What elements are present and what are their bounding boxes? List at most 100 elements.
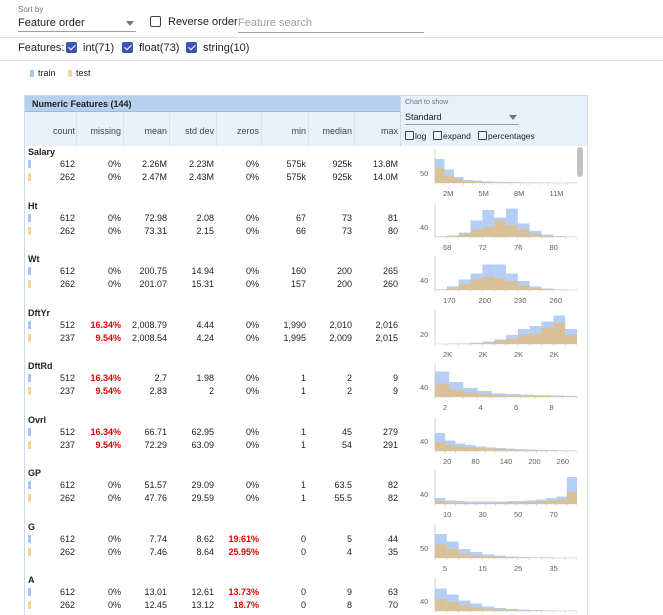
histogram-chart[interactable]: 40 <box>405 575 577 615</box>
histogram-chart[interactable]: 202K2K2K2K <box>405 308 577 361</box>
std-dev-train-value: 1.98 <box>167 373 214 383</box>
test-histogram-bar <box>455 503 465 505</box>
col-max[interactable]: max <box>352 126 398 136</box>
feature-name: GP <box>28 468 41 478</box>
median-test-value: 200 <box>306 279 352 289</box>
x-tick-label: 68 <box>443 243 451 252</box>
string-checkbox[interactable] <box>186 42 197 53</box>
feature-name: Wt <box>28 254 40 264</box>
max-train-value: 82 <box>352 480 398 490</box>
feature-name: A <box>28 575 35 585</box>
chart-type-dropdown[interactable]: Standard <box>405 110 519 125</box>
col-mean[interactable]: mean <box>122 126 167 136</box>
feature-row[interactable]: G6120%7.748.6219.61%05442620%7.468.6425.… <box>25 522 587 575</box>
min-train-value: 1 <box>259 427 306 437</box>
log-option[interactable]: log <box>405 131 426 141</box>
test-histogram-bar <box>547 500 557 504</box>
histogram-chart[interactable]: 402468 <box>405 361 577 414</box>
missing-train-value: 0% <box>75 534 121 544</box>
median-test-value: 55.5 <box>306 493 352 503</box>
x-tick-label: 11M <box>550 189 564 198</box>
log-checkbox[interactable] <box>405 131 414 140</box>
test-histogram-bar <box>542 327 554 344</box>
x-tick-label: 230 <box>514 296 527 305</box>
percentages-checkbox[interactable] <box>478 131 487 140</box>
count-train-value: 512 <box>30 427 75 437</box>
int-checkbox[interactable] <box>66 42 77 53</box>
count-test-value: 262 <box>30 600 75 610</box>
col-min[interactable]: min <box>259 126 306 136</box>
y-tick-label: 40 <box>420 276 428 285</box>
histogram-chart[interactable]: 4068727680 <box>405 201 577 254</box>
histogram-chart[interactable]: 4010305070 <box>405 468 577 521</box>
max-train-value: 13.8M <box>352 159 398 169</box>
median-test-value: 54 <box>306 440 352 450</box>
x-tick-label: 200 <box>479 296 492 305</box>
test-histogram-bar <box>445 502 455 504</box>
std-dev-test-value: 8.64 <box>167 547 214 557</box>
count-test-value: 237 <box>30 333 75 343</box>
scrollbar-thumb[interactable] <box>577 147 583 177</box>
feature-row[interactable]: GP6120%51.5729.090%163.5822620%47.7629.5… <box>25 468 587 521</box>
reverse-order-checkbox[interactable] <box>150 16 161 27</box>
col-zeros[interactable]: zeros <box>214 126 259 136</box>
zeros-test-value: 0% <box>214 333 259 343</box>
std-dev-train-value: 2.08 <box>167 213 214 223</box>
feature-row[interactable]: Wt6120%200.7514.940%1602002652620%201.07… <box>25 254 587 307</box>
expand-checkbox[interactable] <box>433 131 442 140</box>
histogram-chart[interactable]: 502M5M8M11M <box>405 147 577 200</box>
percentages-option[interactable]: percentages <box>478 131 535 141</box>
max-test-value: 82 <box>352 493 398 503</box>
mean-test-value: 7.46 <box>122 547 167 557</box>
feature-name: Salary <box>28 147 55 157</box>
x-tick-label: 140 <box>500 457 513 466</box>
histogram-chart[interactable]: 402080140200260 <box>405 415 577 468</box>
std-dev-test-value: 13.12 <box>167 600 214 610</box>
test-histogram-bar <box>435 168 444 183</box>
missing-test-value: 0% <box>75 493 121 503</box>
float-checkbox[interactable] <box>122 42 133 53</box>
expand-option[interactable]: expand <box>433 131 471 141</box>
max-test-value: 80 <box>352 226 398 236</box>
histogram-chart[interactable]: 505152535 <box>405 522 577 575</box>
zeros-test-value: 0% <box>214 226 259 236</box>
col-missing[interactable]: missing <box>75 126 121 136</box>
test-histogram-bar <box>516 502 526 504</box>
mean-test-value: 201.07 <box>122 279 167 289</box>
feature-row[interactable]: DftYr51216.34%2,008.794.440%1,9902,0102,… <box>25 308 587 361</box>
sort-dropdown[interactable]: Feature order <box>18 15 136 32</box>
count-test-value: 262 <box>30 493 75 503</box>
missing-train-value: 0% <box>75 480 121 490</box>
table-header: Numeric Features (144) count missing mea… <box>25 96 587 146</box>
scrollbar[interactable] <box>577 147 584 615</box>
feature-search-input[interactable] <box>238 14 424 33</box>
col-count[interactable]: count <box>30 126 75 136</box>
missing-test-value: 0% <box>75 547 121 557</box>
feature-row[interactable]: Salary6120%2.26M2.23M0%575k925k13.8M2620… <box>25 147 587 200</box>
x-tick-label: 170 <box>443 296 456 305</box>
feature-row[interactable]: DftRd51216.34%2.71.980%1292379.54%2.8320… <box>25 361 587 414</box>
col-median[interactable]: median <box>306 126 352 136</box>
feature-row[interactable]: Ovrl51216.34%66.7162.950%1452792379.54%7… <box>25 415 587 468</box>
min-test-value: 575k <box>259 172 306 182</box>
feature-name: Ovrl <box>28 415 46 425</box>
missing-test-value: 9.54% <box>75 440 121 450</box>
feature-row[interactable]: A6120%13.0112.6113.73%09632620%12.4513.1… <box>25 575 587 615</box>
x-tick-label: 4 <box>479 403 483 412</box>
col-std-dev[interactable]: std dev <box>167 126 214 136</box>
max-test-value: 9 <box>352 386 398 396</box>
feature-row[interactable]: Ht6120%72.982.080%6773812620%73.312.150%… <box>25 201 587 254</box>
y-tick-label: 40 <box>420 223 428 232</box>
mean-train-value: 2,008.79 <box>122 320 167 330</box>
y-tick-label: 50 <box>420 169 428 178</box>
zeros-train-value: 0% <box>214 213 259 223</box>
test-histogram-bar <box>435 442 445 451</box>
feature-name: Ht <box>28 201 38 211</box>
divider <box>169 113 170 146</box>
test-histogram-bar <box>486 448 496 450</box>
test-histogram-bar <box>530 234 542 237</box>
missing-test-value: 0% <box>75 279 121 289</box>
test-histogram-bar <box>501 182 510 183</box>
histogram-chart[interactable]: 40170200230260 <box>405 254 577 307</box>
count-train-value: 512 <box>30 320 75 330</box>
